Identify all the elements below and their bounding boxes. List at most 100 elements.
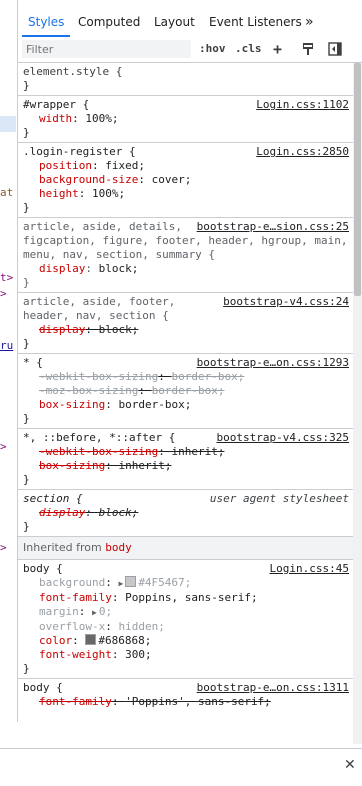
elements-panel-edge: at t> > ru > >	[0, 0, 18, 722]
dom-fragment: >	[0, 440, 7, 453]
style-rule: article, aside, details, bootstrap-e…sion…	[18, 218, 353, 293]
rule-close: }	[23, 337, 30, 350]
property-value: inherit;	[118, 459, 172, 472]
declaration[interactable]: height: 100%;	[23, 187, 353, 201]
property-value: 0;	[98, 605, 113, 618]
declaration-inherited-inactive[interactable]: background: ▶ #4F5467;	[23, 576, 353, 591]
rule-close: }	[23, 473, 30, 486]
property-value: fixed;	[105, 159, 145, 172]
declaration-overridden[interactable]: -moz-box-sizing: border-box;	[23, 384, 353, 398]
tab-styles[interactable]: Styles	[21, 8, 71, 37]
property-name: background	[39, 576, 106, 589]
property-name: font-family	[39, 695, 112, 708]
dom-fragment: at	[0, 186, 14, 199]
tab-computed[interactable]: Computed	[78, 8, 140, 36]
cls-toggle-button[interactable]: .cls	[235, 41, 262, 57]
source-link[interactable]: bootstrap-e…sion.css:25	[193, 220, 349, 234]
source-label: user agent stylesheet	[206, 492, 349, 506]
declaration[interactable]: font-family: Poppins, sans-serif;	[23, 591, 353, 605]
property-name: height	[39, 187, 79, 200]
rule-selector[interactable]: body {	[23, 681, 63, 694]
style-rule: body { bootstrap-e…on.css:1311 font-famil…	[18, 679, 353, 711]
source-link[interactable]: bootstrap-v4.css:24	[220, 295, 349, 309]
color-swatch[interactable]	[125, 576, 137, 587]
declaration[interactable]: background-size: cover;	[23, 173, 353, 187]
declaration[interactable]: box-sizing: border-box;	[23, 398, 353, 412]
declaration-overridden[interactable]: -webkit-box-sizing: border-box;	[23, 370, 353, 384]
styles-scrollbar[interactable]	[353, 63, 362, 744]
paint-bucket-icon[interactable]	[301, 42, 315, 56]
source-link[interactable]: bootstrap-e…on.css:1293	[193, 356, 349, 370]
rule-selector[interactable]: .login-register {	[23, 145, 136, 158]
inherited-tag[interactable]: body	[105, 541, 132, 554]
property-name: -webkit-box-sizing	[39, 370, 159, 383]
source-link[interactable]: Login.css:2850	[253, 145, 349, 159]
property-value: border-box;	[171, 370, 245, 383]
drawer-bar: ✕	[0, 748, 362, 786]
declaration[interactable]: position: fixed;	[23, 159, 353, 173]
declaration-overridden[interactable]: display: block;	[23, 506, 353, 520]
rule-selector[interactable]: article, aside, details,	[23, 220, 182, 233]
property-value: block;	[98, 323, 139, 336]
source-link[interactable]: bootstrap-v4.css:325	[213, 431, 349, 445]
more-tabs-chevron-icon[interactable]: »	[305, 8, 314, 36]
style-rule: article, aside, footer, bootstrap-v4.css:…	[18, 293, 353, 354]
property-name: box-sizing	[39, 459, 106, 472]
color-swatch[interactable]	[85, 634, 97, 645]
rule-selector[interactable]: element.style {	[23, 65, 122, 78]
style-rule: .login-register { Login.css:2850 position…	[18, 143, 353, 218]
property-name: width	[39, 112, 73, 125]
property-name: -moz-box-sizing	[39, 384, 139, 397]
rule-selector[interactable]: body {	[23, 562, 63, 575]
source-link[interactable]: Login.css:1102	[253, 98, 349, 112]
declaration[interactable]: color: #686868;	[23, 634, 353, 648]
rule-selector[interactable]: #wrapper {	[23, 98, 89, 111]
tab-event-listeners[interactable]: Event Listeners	[209, 8, 302, 36]
property-value: 100%;	[85, 112, 119, 125]
property-name: color	[39, 634, 73, 647]
declaration[interactable]: display: block;	[23, 262, 353, 276]
property-name: overflow-x	[39, 620, 106, 633]
filter-input[interactable]	[22, 40, 191, 58]
style-rule: element.style { }	[18, 63, 353, 96]
property-value: border-box;	[118, 398, 192, 411]
declaration-inherited-inactive[interactable]: margin: ▶ 0;	[23, 605, 353, 620]
close-icon[interactable]: ✕	[344, 757, 356, 773]
expand-triangle-icon[interactable]: ▶	[118, 579, 123, 588]
property-name: display	[39, 506, 86, 519]
property-value: cover;	[151, 173, 192, 186]
scrollbar-thumb[interactable]	[354, 63, 361, 296]
rule-selector[interactable]: * {	[23, 356, 43, 369]
declaration-inherited-inactive[interactable]: overflow-x: hidden;	[23, 620, 353, 634]
tab-layout[interactable]: Layout	[154, 8, 195, 36]
declaration-overridden[interactable]: display: block;	[23, 323, 353, 337]
rule-selector-cont: menu, nav, section, summary {	[23, 248, 216, 261]
property-value: 100%;	[92, 187, 126, 200]
selected-node-highlight	[0, 116, 16, 132]
rule-selector[interactable]: article, aside, footer,	[23, 295, 175, 308]
declaration[interactable]: font-weight: 300;	[23, 648, 353, 662]
property-value: #686868;	[98, 634, 152, 647]
declaration-overridden[interactable]: -webkit-box-sizing: inherit;	[23, 445, 353, 459]
rule-selector-cont: figcaption, figure, footer, header, hgro…	[23, 234, 348, 247]
style-rule: *, ::before, *::after { bootstrap-v4.css:…	[18, 429, 353, 490]
rule-close: }	[23, 126, 30, 139]
hov-toggle-button[interactable]: :hov	[199, 41, 226, 57]
rule-selector[interactable]: section {	[23, 492, 83, 505]
property-value: #4F5467;	[138, 576, 192, 589]
new-style-rule-button[interactable]: +	[273, 41, 282, 57]
property-name: font-family	[39, 591, 112, 604]
property-value: hidden;	[118, 620, 165, 633]
styles-toolbar: :hov .cls +	[18, 37, 362, 63]
inherited-label: Inherited from	[23, 541, 102, 554]
expand-triangle-icon[interactable]: ▶	[92, 608, 97, 617]
source-link[interactable]: bootstrap-e…on.css:1311	[193, 681, 349, 695]
toggle-sidebar-icon[interactable]	[328, 42, 342, 56]
declaration[interactable]: width: 100%;	[23, 112, 353, 126]
source-link[interactable]: Login.css:45	[266, 562, 349, 576]
property-name: display	[39, 262, 86, 275]
rule-selector[interactable]: *, ::before, *::after {	[23, 431, 175, 444]
declaration-overridden[interactable]: box-sizing: inherit;	[23, 459, 353, 473]
rule-close: }	[23, 412, 30, 425]
declaration-overridden[interactable]: font-family: 'Poppins', sans-serif;	[23, 695, 353, 709]
